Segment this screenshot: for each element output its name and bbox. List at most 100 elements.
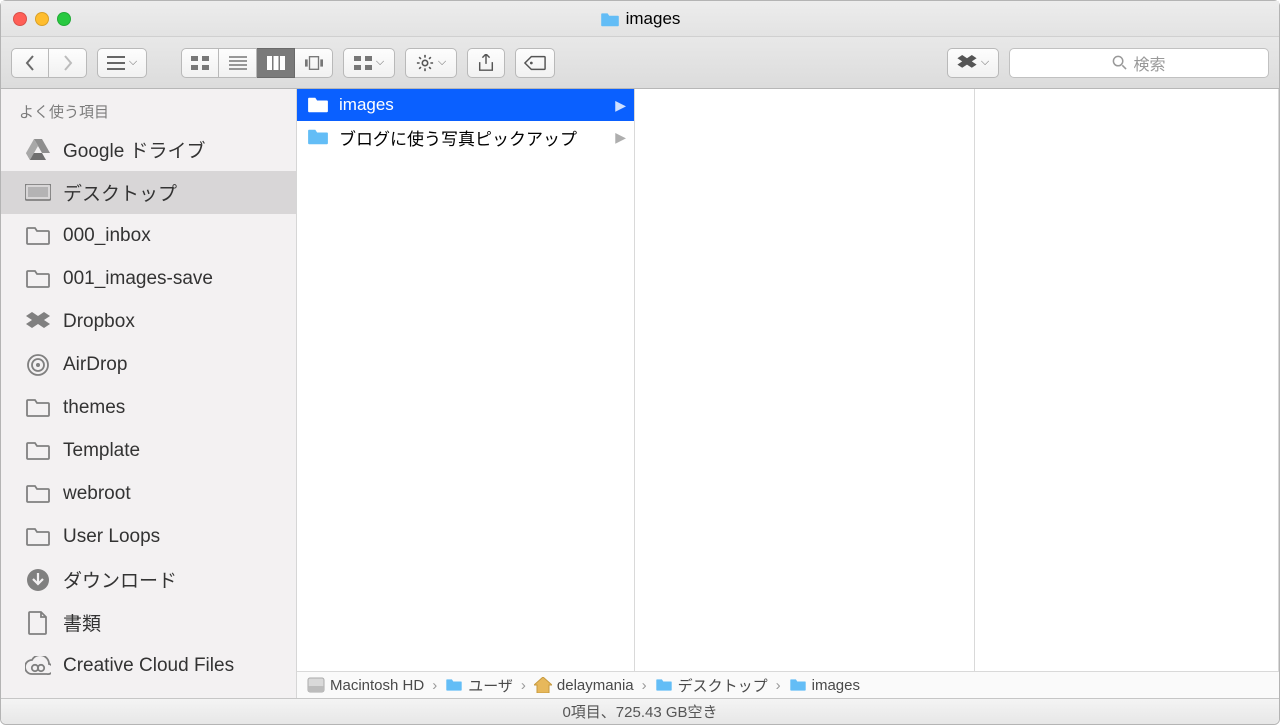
sidebar-item-label: User Loops — [63, 526, 160, 548]
column-1[interactable] — [635, 89, 975, 671]
file-label: images — [339, 95, 394, 115]
airdrop-icon — [25, 352, 51, 378]
search-icon — [1112, 55, 1127, 70]
gallery-view-button[interactable] — [295, 48, 333, 78]
sidebar-item-10[interactable]: ダウンロード — [1, 558, 296, 601]
sidebar-item-3[interactable]: 001_images-save — [1, 257, 296, 300]
search-placeholder: 検索 — [1133, 51, 1165, 75]
dropbox-toolbar-button[interactable]: ⌵ — [947, 48, 999, 78]
list-icon — [107, 56, 125, 70]
search-field[interactable]: 検索 — [1009, 48, 1269, 78]
forward-button[interactable] — [49, 48, 87, 78]
sidebar-item-label: Creative Cloud Files — [63, 655, 234, 677]
download-icon — [25, 567, 51, 593]
crumb-label: Macintosh HD — [330, 677, 424, 694]
share-button[interactable] — [467, 48, 505, 78]
path-bar: Macintosh HD › ユーザ › delaymania › デスクトップ › image… — [297, 671, 1279, 698]
back-button[interactable] — [11, 48, 49, 78]
sidebar-item-5[interactable]: AirDrop — [1, 343, 296, 386]
window-title: images — [1, 9, 1279, 29]
sidebar-item-label: Template — [63, 440, 140, 462]
arrange-icon — [354, 56, 372, 70]
sidebar-item-9[interactable]: User Loops — [1, 515, 296, 558]
path-crumb[interactable]: デスクトップ — [655, 675, 768, 696]
chevron-right-icon: ▶ — [615, 129, 626, 146]
status-bar: 0項目、725.43 GB空き — [1, 698, 1279, 724]
nav-buttons — [11, 48, 87, 78]
folder-icon — [25, 438, 51, 464]
cc-icon — [25, 653, 51, 679]
path-crumb[interactable]: delaymania — [534, 677, 634, 694]
finder-window: images ⌵ ⌵ ⌵ — [0, 0, 1280, 725]
crumb-label: images — [812, 677, 860, 694]
file-label: ブログに使う写真ピックアップ — [339, 125, 577, 150]
crumb-label: デスクトップ — [678, 675, 768, 696]
sidebar-item-label: 書類 — [63, 609, 101, 636]
body: よく使う項目 Google ドライブデスクトップ000_inbox001_ima… — [1, 89, 1279, 698]
sidebar: よく使う項目 Google ドライブデスクトップ 000_inbox 001_ima… — [1, 89, 297, 698]
sidebar-item-label: AirDrop — [63, 354, 127, 376]
gear-icon — [416, 54, 434, 72]
sidebar-heading: よく使う項目 — [1, 95, 296, 128]
dropbox-icon — [957, 55, 977, 71]
folder-icon — [25, 395, 51, 421]
icon-view-icon — [191, 56, 209, 70]
chevron-right-icon: › — [642, 677, 647, 694]
chevron-right-icon: › — [776, 677, 781, 694]
path-crumb[interactable]: ユーザ — [445, 675, 513, 696]
column-view-icon — [267, 56, 285, 70]
sidebar-item-8[interactable]: webroot — [1, 472, 296, 515]
icon-view-button[interactable] — [181, 48, 219, 78]
sidebar-item-12[interactable]: Creative Cloud Files — [1, 644, 296, 687]
column-0[interactable]: images▶ ブログに使う写真ピックアップ ▶ — [297, 89, 635, 671]
crumb-label: ユーザ — [468, 675, 513, 696]
folder-icon — [25, 266, 51, 292]
share-icon — [478, 54, 494, 72]
chevron-right-icon: › — [432, 677, 437, 694]
list-view-button[interactable] — [219, 48, 257, 78]
arrange-button[interactable]: ⌵ — [343, 48, 395, 78]
sidebar-item-11[interactable]: 書類 — [1, 601, 296, 644]
sidebar-item-label: デスクトップ — [63, 179, 177, 206]
sidebar-item-1[interactable]: デスクトップ — [1, 171, 296, 214]
desktop-icon — [25, 180, 51, 206]
folder-icon — [600, 11, 620, 27]
folder-icon — [25, 223, 51, 249]
column-view-button[interactable] — [257, 48, 295, 78]
sidebar-item-label: ダウンロード — [63, 566, 177, 593]
sidebar-item-label: 000_inbox — [63, 225, 151, 247]
list-view-icon — [229, 56, 247, 70]
file-row[interactable]: ブログに使う写真ピックアップ ▶ — [297, 121, 634, 153]
view-mode-buttons — [181, 48, 333, 78]
document-icon — [25, 610, 51, 636]
folder-icon — [25, 481, 51, 507]
sidebar-item-label: 001_images-save — [63, 268, 213, 290]
sidebar-item-label: webroot — [63, 483, 131, 505]
sidebar-item-label: Dropbox — [63, 311, 135, 333]
sidebar-item-2[interactable]: 000_inbox — [1, 214, 296, 257]
tag-icon — [524, 55, 546, 71]
toolbar: ⌵ ⌵ ⌵ ⌵ 検索 — [1, 37, 1279, 89]
status-text: 0項目、725.43 GB空き — [562, 701, 717, 722]
sidebar-toggle-button[interactable]: ⌵ — [97, 48, 147, 78]
path-crumb[interactable]: images — [789, 677, 860, 694]
columns-area: images▶ ブログに使う写真ピックアップ ▶ Macintosh HD › ユーザ ›… — [297, 89, 1279, 698]
tags-button[interactable] — [515, 48, 555, 78]
minimize-button[interactable] — [35, 12, 49, 26]
gallery-view-icon — [305, 56, 323, 70]
sidebar-item-label: themes — [63, 397, 125, 419]
action-button[interactable]: ⌵ — [405, 48, 457, 78]
file-row[interactable]: images▶ — [297, 89, 634, 121]
sidebar-item-0[interactable]: Google ドライブ — [1, 128, 296, 171]
close-button[interactable] — [13, 12, 27, 26]
crumb-label: delaymania — [557, 677, 634, 694]
sidebar-item-4[interactable]: Dropbox — [1, 300, 296, 343]
sidebar-item-label: Google ドライブ — [63, 136, 206, 163]
column-2[interactable] — [975, 89, 1279, 671]
sidebar-item-7[interactable]: Template — [1, 429, 296, 472]
zoom-button[interactable] — [57, 12, 71, 26]
sidebar-item-6[interactable]: themes — [1, 386, 296, 429]
folder-icon — [25, 524, 51, 550]
chevron-right-icon: › — [521, 677, 526, 694]
path-crumb[interactable]: Macintosh HD — [307, 676, 424, 694]
